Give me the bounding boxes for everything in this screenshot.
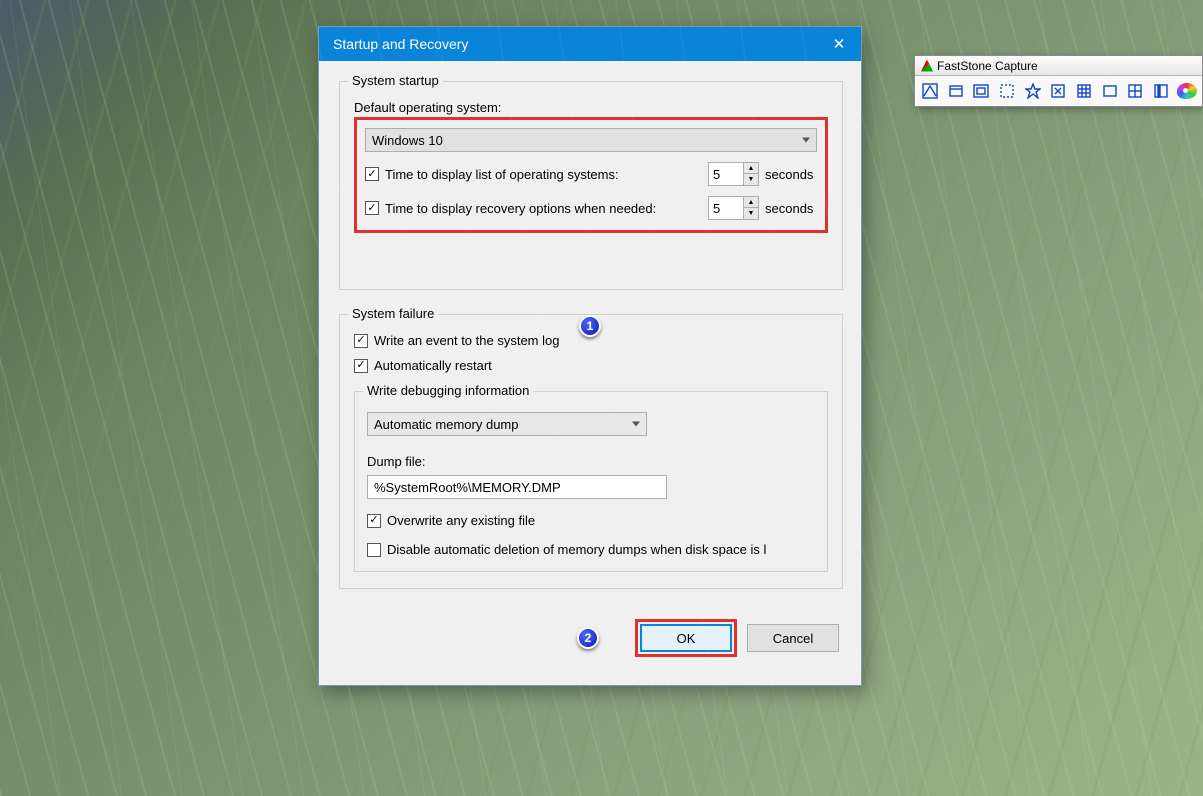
spin-down-icon[interactable]: ▼ [744, 208, 758, 219]
delay-icon[interactable] [1125, 80, 1147, 102]
faststone-window[interactable]: FastStone Capture [914, 55, 1203, 107]
faststone-title: FastStone Capture [937, 59, 1038, 73]
time-list-spinner[interactable]: ▲▼ [708, 162, 759, 186]
faststone-logo-icon [921, 60, 933, 72]
output-icon[interactable] [1150, 80, 1172, 102]
checkbox-write-event[interactable] [354, 334, 368, 348]
time-recovery-label: Time to display recovery options when ne… [385, 201, 708, 216]
default-os-value: Windows 10 [372, 133, 443, 148]
capture-freehand-icon[interactable] [996, 80, 1018, 102]
time-list-value[interactable] [708, 162, 744, 186]
default-os-label: Default operating system: [354, 100, 828, 115]
palette-icon [1177, 83, 1197, 99]
capture-scrolling-icon[interactable] [1048, 80, 1070, 102]
checkbox-overwrite[interactable] [367, 514, 381, 528]
cancel-button[interactable]: Cancel [747, 624, 839, 652]
chevron-down-icon [632, 422, 640, 427]
group-write-debug: Write debugging information Automatic me… [354, 391, 828, 572]
titlebar[interactable]: Startup and Recovery ✕ [319, 27, 861, 61]
checkbox-auto-restart[interactable] [354, 359, 368, 373]
default-os-select[interactable]: Windows 10 [365, 128, 817, 152]
dump-type-select[interactable]: Automatic memory dump [367, 412, 647, 436]
spin-down-icon[interactable]: ▼ [744, 174, 758, 185]
group-system-startup: System startup Default operating system:… [339, 81, 843, 290]
overwrite-label: Overwrite any existing file [387, 513, 535, 528]
group-system-failure: System failure Write an event to the sys… [339, 314, 843, 589]
seconds-label: seconds [765, 201, 817, 216]
group-system-startup-label: System startup [348, 73, 443, 88]
ok-button[interactable]: OK [640, 624, 732, 652]
spin-up-icon[interactable]: ▲ [744, 197, 758, 208]
auto-restart-label: Automatically restart [374, 358, 492, 373]
write-event-label: Write an event to the system log [374, 333, 559, 348]
group-write-debug-label: Write debugging information [363, 383, 533, 398]
annotation-highlight-1: Windows 10 Time to display list of opera… [354, 117, 828, 233]
close-icon[interactable]: ✕ [817, 27, 861, 61]
capture-active-window-icon[interactable] [919, 80, 941, 102]
dialog-button-row: 2 OK Cancel [339, 613, 843, 665]
capture-rectangle-icon[interactable] [970, 80, 992, 102]
settings-icon[interactable] [1176, 80, 1198, 102]
dump-file-input[interactable] [367, 475, 667, 499]
dump-type-value: Automatic memory dump [374, 417, 519, 432]
dialog-title: Startup and Recovery [333, 36, 817, 52]
capture-window-icon[interactable] [945, 80, 967, 102]
checkbox-time-recovery[interactable] [365, 201, 379, 215]
faststone-toolbar [915, 76, 1202, 106]
faststone-titlebar[interactable]: FastStone Capture [915, 56, 1202, 76]
annotation-highlight-2: OK [635, 619, 737, 657]
capture-fullscreen-icon[interactable] [1022, 80, 1044, 102]
time-recovery-spinner[interactable]: ▲▼ [708, 196, 759, 220]
capture-fixed-icon[interactable] [1073, 80, 1095, 102]
seconds-label: seconds [765, 167, 817, 182]
startup-recovery-dialog: Startup and Recovery ✕ System startup De… [318, 26, 862, 686]
group-system-failure-label: System failure [348, 306, 438, 321]
dump-file-label: Dump file: [367, 454, 815, 469]
chevron-down-icon [802, 138, 810, 143]
time-list-label: Time to display list of operating system… [385, 167, 619, 182]
disable-delete-label: Disable automatic deletion of memory dum… [387, 542, 766, 557]
checkbox-time-list[interactable] [365, 167, 379, 181]
dialog-body: System startup Default operating system:… [319, 61, 861, 685]
spin-up-icon[interactable]: ▲ [744, 163, 758, 174]
time-recovery-value[interactable] [708, 196, 744, 220]
annotation-callout-2: 2 [577, 627, 599, 649]
checkbox-disable-delete[interactable] [367, 543, 381, 557]
screen-recorder-icon[interactable] [1099, 80, 1121, 102]
